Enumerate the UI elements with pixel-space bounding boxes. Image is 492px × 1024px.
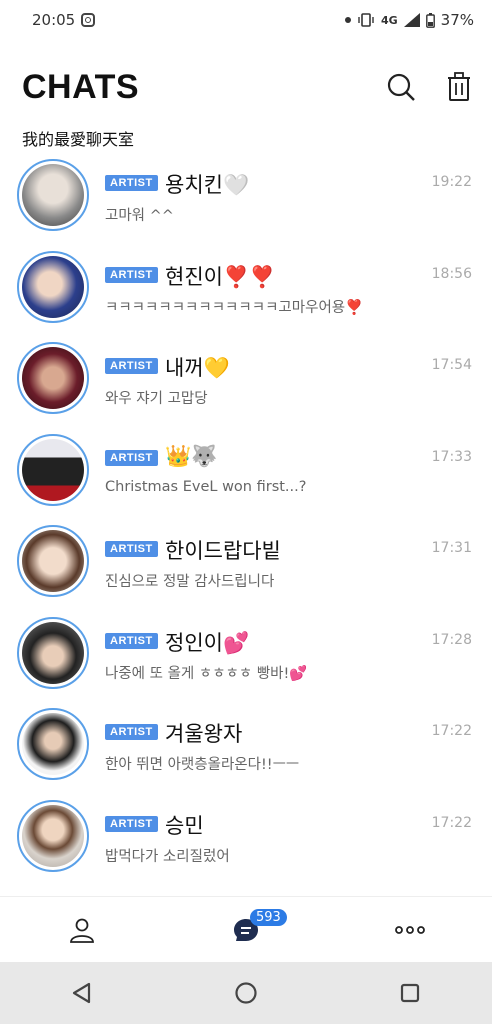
more-tab[interactable] bbox=[380, 905, 440, 955]
chat-name: 내꺼💛 bbox=[165, 356, 230, 380]
home-icon[interactable] bbox=[234, 981, 258, 1005]
bottom-nav: 593 bbox=[0, 896, 492, 963]
chat-name: 현진이❣️❣️ bbox=[165, 264, 276, 289]
chat-name: 정인이💕 bbox=[165, 630, 250, 655]
chat-time: 17:28 bbox=[431, 631, 472, 648]
profile-tab[interactable] bbox=[52, 905, 112, 955]
artist-badge: ARTIST bbox=[105, 266, 158, 283]
battery-icon bbox=[425, 12, 435, 28]
chat-name: 용치킨🤍 bbox=[165, 173, 250, 197]
chat-time: 18:56 bbox=[431, 265, 472, 282]
chat-time: 19:22 bbox=[431, 174, 472, 190]
avatar[interactable] bbox=[17, 525, 89, 597]
system-nav-bar bbox=[0, 962, 492, 1024]
avatar[interactable] bbox=[17, 616, 89, 689]
back-icon[interactable] bbox=[71, 982, 93, 1004]
chat-time: 17:54 bbox=[431, 357, 472, 373]
header: CHATS bbox=[22, 62, 472, 112]
unread-count-badge: 593 bbox=[250, 909, 287, 926]
artist-badge: ARTIST bbox=[105, 724, 158, 740]
chat-preview: 진심으로 정말 감사드립니다 bbox=[105, 574, 275, 590]
chat-preview: 고마워 ^^ bbox=[105, 208, 174, 224]
instagram-icon bbox=[81, 13, 96, 27]
artist-badge: ARTIST bbox=[105, 541, 158, 557]
notification-dot-icon bbox=[344, 17, 351, 23]
network-label: 4G bbox=[380, 13, 398, 27]
more-icon bbox=[395, 926, 425, 934]
chat-row[interactable]: ARTIST 내꺼💛 17:54 와우 쟈기 고맙당 bbox=[0, 320, 492, 414]
chat-preview: 밥먹다가 소리질렀어 bbox=[105, 848, 230, 865]
battery-label: 37% bbox=[440, 11, 474, 29]
chats-tab[interactable]: 593 bbox=[216, 905, 287, 955]
chat-row[interactable]: ARTIST 승민 17:22 밥먹다가 소리질렀어 bbox=[0, 778, 492, 872]
avatar[interactable] bbox=[17, 250, 89, 323]
artist-badge: ARTIST bbox=[105, 449, 158, 466]
artist-badge: ARTIST bbox=[105, 358, 158, 374]
artist-badge: ARTIST bbox=[105, 175, 158, 191]
chat-name: 👑🐺 bbox=[165, 443, 218, 468]
chat-preview: ㅋㅋㅋㅋㅋㅋㅋㅋㅋㅋㅋㅋㅋ고마우어용❣️ bbox=[105, 299, 364, 316]
chat-row[interactable]: ARTIST 정인이💕 17:28 나중에 또 올게 ㅎㅎㅎㅎ 빵바!💕 bbox=[0, 595, 492, 689]
chat-name: 한이드랍다빝 bbox=[165, 539, 281, 563]
chat-row[interactable]: ARTIST 현진이❣️❣️ 18:56 ㅋㅋㅋㅋㅋㅋㅋㅋㅋㅋㅋㅋㅋ고마우어용❣… bbox=[0, 229, 492, 323]
chat-row[interactable]: ARTIST 👑🐺 17:33 Christmas EveL won first… bbox=[0, 412, 492, 506]
chat-row[interactable]: ARTIST 겨울왕자 17:22 한아 뛰면 아랫층올라온다!!ㅡㅡ bbox=[0, 686, 492, 780]
avatar[interactable] bbox=[17, 342, 89, 414]
chat-row[interactable]: ARTIST 한이드랍다빝 17:31 진심으로 정말 감사드립니다 bbox=[0, 503, 492, 597]
chat-preview: Christmas EveL won first...? bbox=[105, 478, 307, 495]
chat-time: 17:33 bbox=[431, 448, 472, 465]
chat-preview: 와우 쟈기 고맙당 bbox=[105, 391, 208, 407]
avatar[interactable] bbox=[17, 433, 89, 506]
avatar[interactable] bbox=[17, 159, 89, 231]
avatar[interactable] bbox=[17, 799, 89, 872]
avatar[interactable] bbox=[17, 708, 89, 780]
search-icon[interactable] bbox=[386, 72, 416, 102]
chat-name: 승민 bbox=[165, 813, 204, 838]
signal-icon bbox=[403, 13, 420, 27]
chat-list: ARTIST 용치킨🤍 19:22 고마워 ^^ ARTIST 현진이❣️❣️ … bbox=[0, 137, 492, 872]
chat-preview: 한아 뛰면 아랫층올라온다!!ㅡㅡ bbox=[105, 757, 300, 773]
profile-icon bbox=[70, 918, 94, 943]
page-title: CHATS bbox=[22, 67, 140, 106]
trash-icon[interactable] bbox=[446, 72, 472, 102]
vibrate-icon bbox=[358, 13, 374, 27]
chat-name: 겨울왕자 bbox=[165, 722, 243, 746]
chat-time: 17:22 bbox=[431, 723, 472, 739]
recents-icon[interactable] bbox=[399, 982, 421, 1004]
chat-row[interactable]: ARTIST 용치킨🤍 19:22 고마워 ^^ bbox=[0, 137, 492, 231]
artist-badge: ARTIST bbox=[105, 815, 158, 832]
artist-badge: ARTIST bbox=[105, 632, 158, 649]
chat-time: 17:31 bbox=[431, 540, 472, 556]
chat-preview: 나중에 또 올게 ㅎㅎㅎㅎ 빵바!💕 bbox=[105, 665, 308, 682]
status-time: 20:05 bbox=[32, 11, 76, 29]
status-bar: 20:05 4G 37% bbox=[0, 0, 492, 40]
chat-time: 17:22 bbox=[431, 814, 472, 831]
